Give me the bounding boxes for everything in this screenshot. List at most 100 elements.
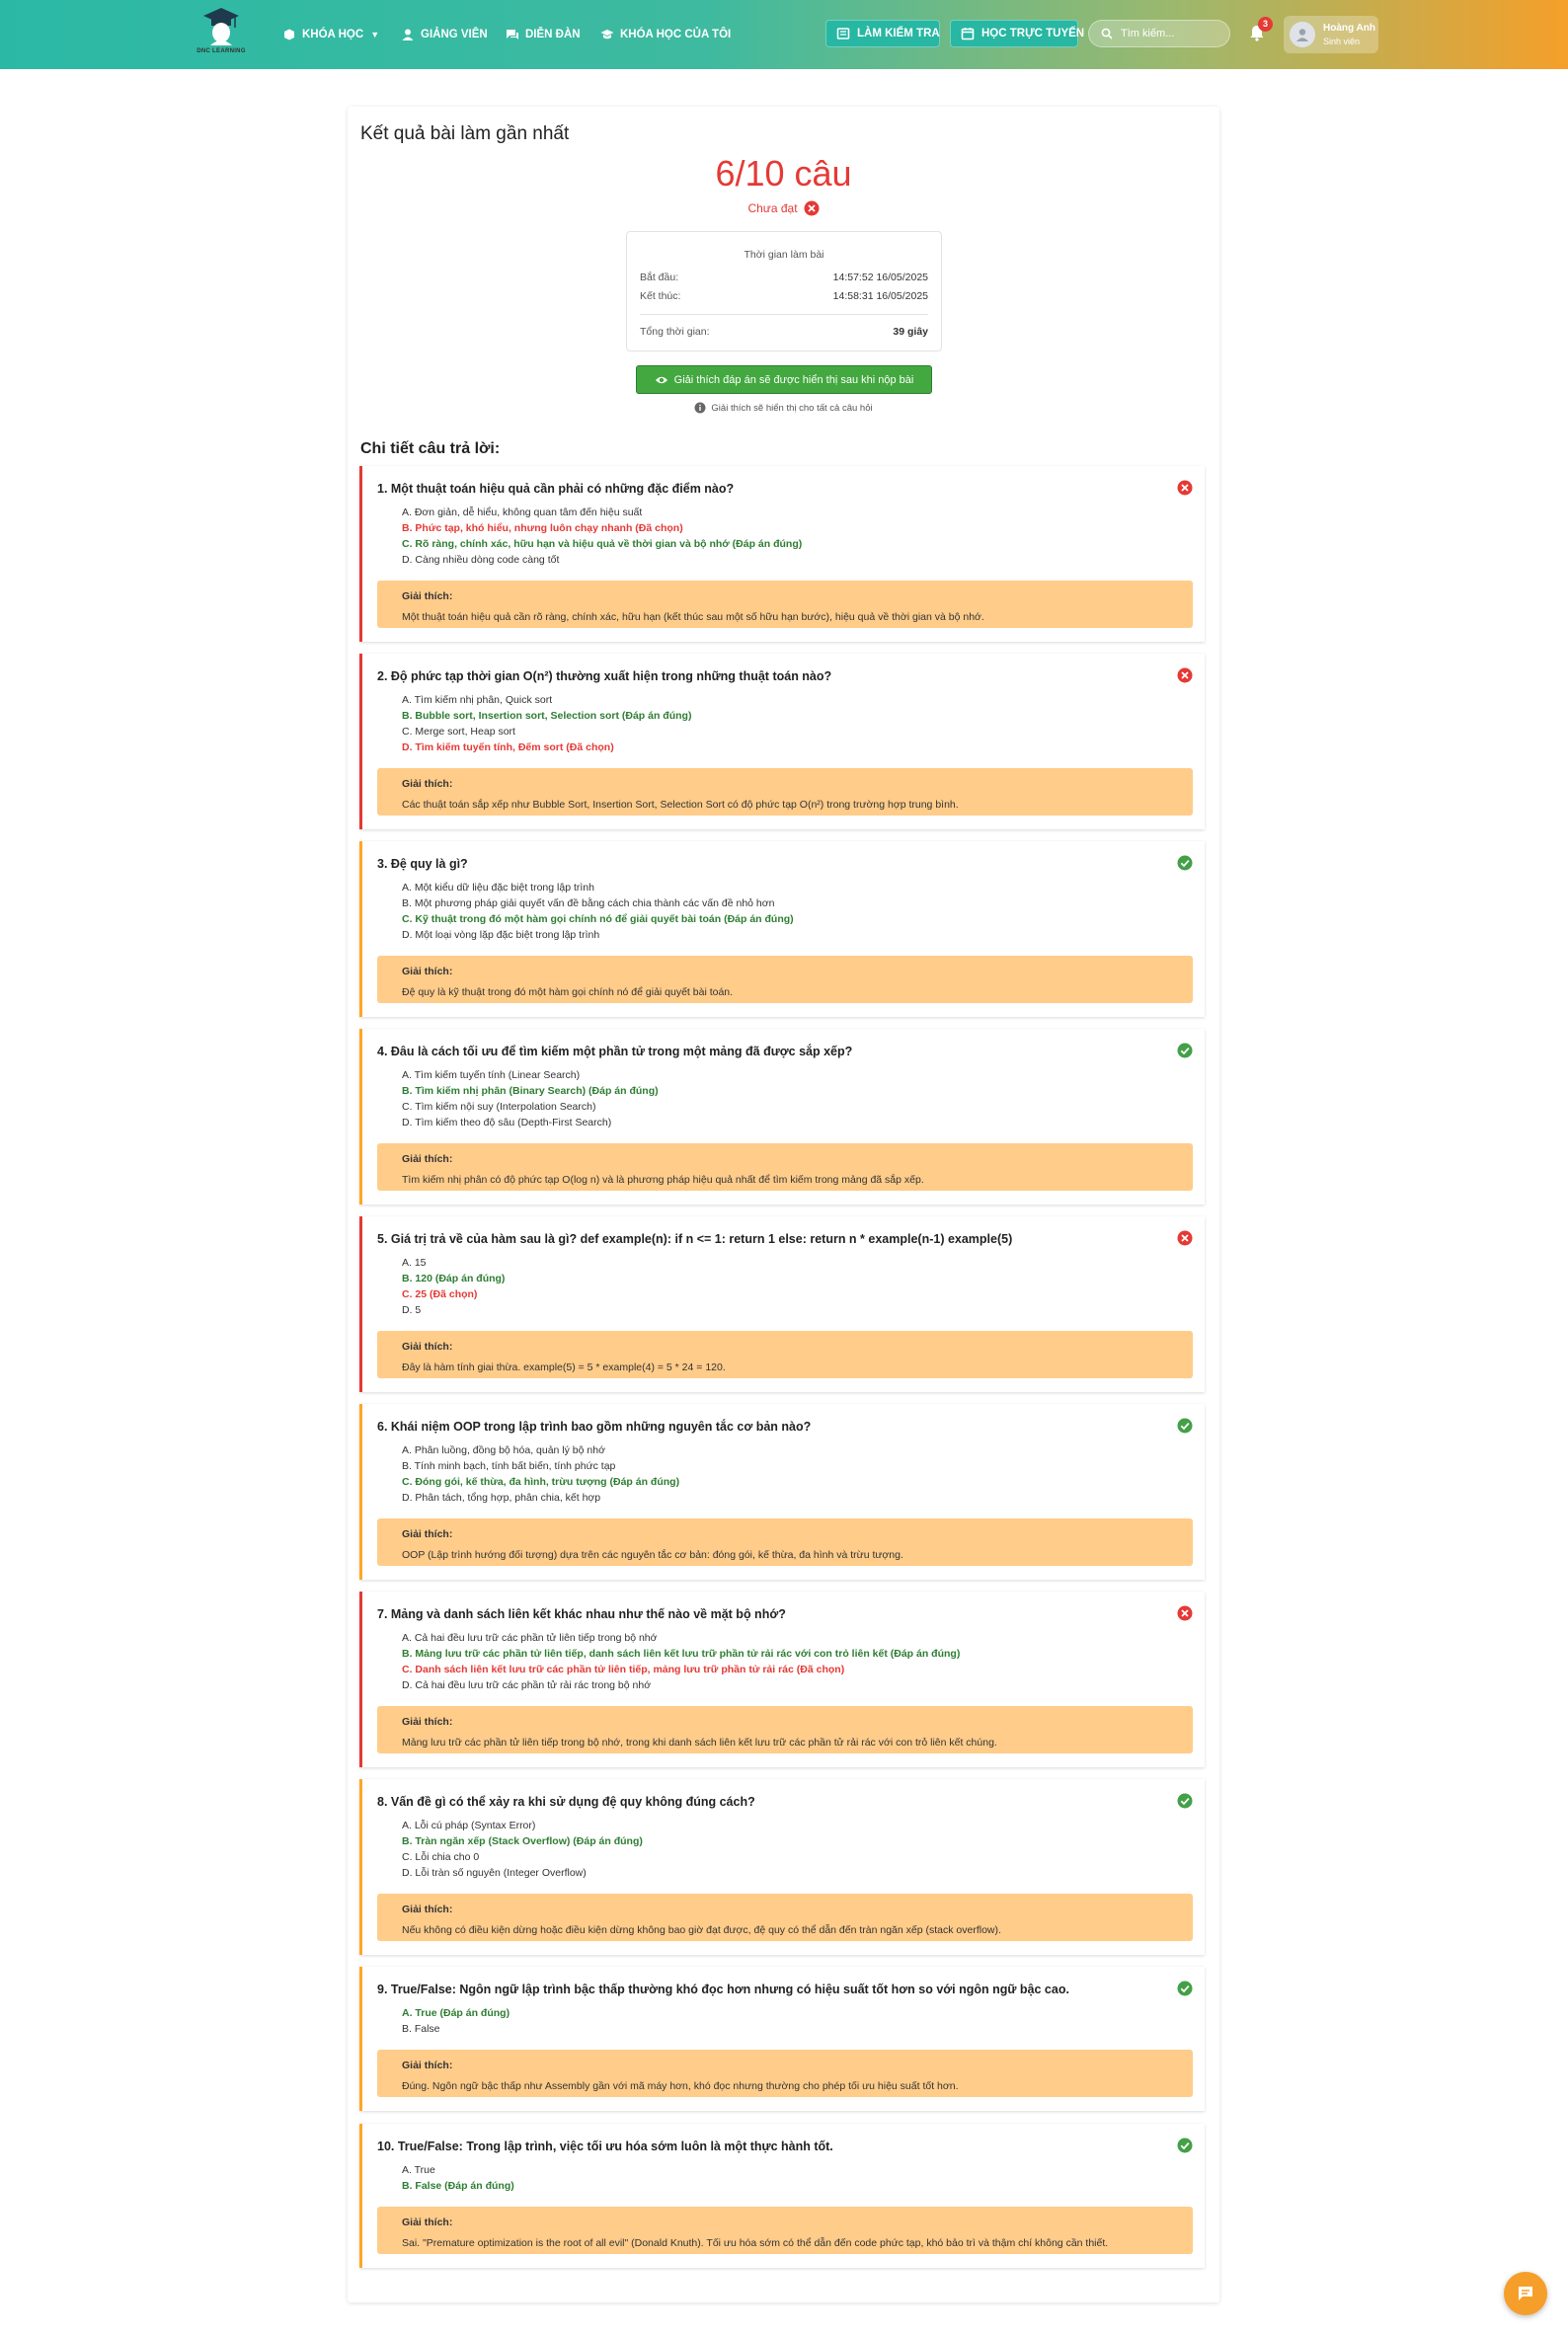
nav-lecturers[interactable]: GIẢNG VIÊN	[401, 24, 488, 45]
answer-option: B. Tính minh bạch, tính bất biến, tính p…	[402, 1460, 616, 1472]
explanation-text: Mảng lưu trữ các phần tử liên tiếp trong…	[402, 1737, 997, 1749]
answer-options: A. Lỗi cú pháp (Syntax Error) B. Tràn ngă…	[402, 1818, 643, 1881]
explanation-box: Giải thích: Nếu không có điều kiện dừng h…	[377, 1894, 1193, 1941]
explanation-box: Giải thích: Một thuật toán hiệu quả cần r…	[377, 581, 1193, 628]
show-explanation-button[interactable]: Giải thích đáp án sẽ được hiển thị sau k…	[636, 365, 932, 394]
explanation-text: OOP (Lập trình hướng đối tượng) dựa trên…	[402, 1549, 903, 1561]
answer-option: D. 5	[402, 1304, 422, 1316]
explanation-box: Giải thích: Đây là hàm tính giai thừa. ex…	[377, 1331, 1193, 1378]
chosen-wrong-option: D. Tìm kiếm tuyến tính, Đếm sort (Đã chọ…	[402, 741, 614, 753]
chat-icon	[1519, 2287, 1532, 2300]
question-title: 6. Khái niệm OOP trong lập trình bao gồm…	[377, 1420, 812, 1434]
nav-courses[interactable]: KHÓA HỌC ▼	[282, 24, 379, 45]
explanation-box: Giải thích: Đệ quy là kỹ thuật trong đó m…	[377, 956, 1193, 1003]
question-title: 4. Đâu là cách tối ưu để tìm kiếm một ph…	[377, 1045, 853, 1058]
answer-option: B. Một phương pháp giải quyết vấn đề bằn…	[402, 897, 775, 909]
nav-forum[interactable]: DIỄN ĐÀN	[506, 24, 581, 45]
explanation-box: Giải thích: OOP (Lập trình hướng đối tượn…	[377, 1518, 1193, 1566]
correct-answer-option: C. Đóng gói, kế thừa, đa hình, trừu tượn…	[402, 1476, 680, 1488]
answer-option: D. Một loại vòng lặp đặc biệt trong lập …	[402, 929, 600, 941]
explanation-text: Đây là hàm tính giai thừa. example(5) = …	[402, 1362, 726, 1373]
answer-options: A. 15 B. 120 (Đáp án đúng) C. 25 (Đã chọn)…	[402, 1255, 505, 1318]
answer-option: A. Một kiểu dữ liệu đặc biệt trong lập t…	[402, 882, 594, 894]
x-circle-icon	[1177, 667, 1193, 683]
question-card: 3. Đệ quy là gì? A. Một kiểu dữ liệu đặc …	[359, 841, 1205, 1017]
explanation-text: Nếu không có điều kiện dừng hoặc điều ki…	[402, 1924, 1001, 1936]
x-circle-icon	[804, 200, 820, 216]
question-card: 8. Vấn đề gì có thể xảy ra khi sử dụng đ…	[359, 1779, 1205, 1955]
explanation-note-text: Giải thích sẽ hiển thị cho tất cả câu hỏ…	[711, 402, 873, 414]
avatar-person-icon	[1296, 29, 1308, 41]
result-card: Kết quả bài làm gần nhất 6/10 câu Chưa đ…	[348, 107, 1219, 2302]
explanation-label: Giải thích:	[402, 1904, 453, 1915]
explanation-label: Giải thích:	[402, 1341, 453, 1353]
calendar-icon	[961, 27, 975, 40]
chat-button[interactable]	[1504, 2272, 1547, 2315]
answer-option: A. Tìm kiếm nhị phân, Quick sort	[402, 694, 553, 706]
correct-answer-option: B. Tràn ngăn xếp (Stack Overflow) (Đáp á…	[402, 1835, 643, 1847]
graduation-cap-logo-icon	[203, 8, 239, 45]
answer-option: C. Lỗi chia cho 0	[402, 1851, 480, 1863]
time-summary-title: Thời gian làm bài	[744, 249, 824, 261]
start-time-label: Bắt đầu:	[640, 272, 679, 283]
explanation-note: Giải thích sẽ hiển thị cho tất cả câu hỏ…	[348, 402, 1219, 414]
notification-count-badge: 3	[1258, 17, 1273, 32]
show-explanation-label: Giải thích đáp án sẽ được hiển thị sau k…	[673, 373, 914, 386]
question-card: 2. Độ phức tạp thời gian O(n²) thường xu…	[359, 654, 1205, 829]
answer-option: C. Tìm kiếm nội suy (Interpolation Searc…	[402, 1101, 596, 1113]
x-circle-icon	[1177, 480, 1193, 496]
question-title: 2. Độ phức tạp thời gian O(n²) thường xu…	[377, 669, 832, 683]
end-time-value: 14:58:31 16/05/2025	[832, 290, 928, 302]
take-test-button[interactable]: LÀM KIỂM TRA	[825, 20, 940, 47]
explanation-label: Giải thích:	[402, 590, 453, 602]
x-circle-icon	[1177, 1230, 1193, 1246]
answer-option: A. Phân luồng, đồng bộ hóa, quản lý bộ n…	[402, 1444, 605, 1456]
question-title: 9. True/False: Ngôn ngữ lập trình bậc th…	[377, 1983, 1069, 1996]
check-circle-icon	[1177, 855, 1193, 871]
question-card: 6. Khái niệm OOP trong lập trình bao gồm…	[359, 1404, 1205, 1580]
nav-lecturers-label: GIẢNG VIÊN	[421, 29, 488, 40]
correct-answer-option: B. Mảng lưu trữ các phần tử liên tiếp, d…	[402, 1648, 961, 1660]
chevron-down-icon: ▼	[370, 30, 380, 39]
answer-details-heading: Chi tiết câu trả lời:	[360, 440, 501, 457]
explanation-label: Giải thích:	[402, 1528, 453, 1540]
question-card: 5. Giá trị trả về của hàm sau là gì? def…	[359, 1216, 1205, 1392]
brand-logo-text: DNC LEARNING	[196, 48, 246, 54]
avatar	[1290, 22, 1315, 47]
forum-icon	[506, 28, 519, 41]
answer-option: B. False	[402, 2023, 440, 2035]
online-learning-button[interactable]: HỌC TRỰC TUYẾN	[950, 20, 1084, 47]
user-menu[interactable]: Hoàng Anh Sinh viên	[1284, 16, 1378, 53]
explanation-text: Tìm kiếm nhị phân có độ phức tạp O(log n…	[402, 1174, 924, 1186]
nav-forum-label: DIỄN ĐÀN	[525, 29, 581, 40]
question-title: 10. True/False: Trong lập trình, việc tố…	[377, 2140, 833, 2153]
question-title: 5. Giá trị trả về của hàm sau là gì? def…	[377, 1232, 1013, 1246]
answer-options: A. Tìm kiếm tuyến tính (Linear Search) B.…	[402, 1067, 659, 1130]
answer-options: A. Phân luồng, đồng bộ hóa, quản lý bộ n…	[402, 1442, 679, 1506]
nav-my-courses[interactable]: KHÓA HỌC CỦA TÔI	[600, 24, 731, 45]
explanation-label: Giải thích:	[402, 966, 453, 977]
explanation-box: Giải thích: Tìm kiếm nhị phân có độ phức …	[377, 1143, 1193, 1191]
answer-option: C. Merge sort, Heap sort	[402, 726, 515, 738]
chosen-wrong-option: C. Danh sách liên kết lưu trữ các phần t…	[402, 1664, 845, 1675]
question-card: 9. True/False: Ngôn ngữ lập trình bậc th…	[359, 1967, 1205, 2111]
nav-my-courses-label: KHÓA HỌC CỦA TÔI	[620, 29, 732, 40]
search-box[interactable]	[1088, 20, 1230, 47]
explanation-text: Sai. "Premature optimization is the root…	[402, 2237, 1109, 2249]
top-navbar: DNC LEARNING KHÓA HỌC ▼ GIẢNG VIÊN DIỄN …	[0, 0, 1568, 69]
explanation-text: Đúng. Ngôn ngữ bậc thấp như Assembly gần…	[402, 2080, 959, 2092]
check-circle-icon	[1177, 1418, 1193, 1434]
answer-option: D. Phân tách, tổng hợp, phân chia, kết h…	[402, 1492, 601, 1504]
brand-logo[interactable]: DNC LEARNING	[194, 6, 249, 63]
answer-option: A. Tìm kiếm tuyến tính (Linear Search)	[402, 1069, 581, 1081]
end-time-row: Kết thúc: 14:58:31 16/05/2025	[640, 290, 928, 302]
info-icon	[694, 402, 706, 414]
question-title: 7. Mảng và danh sách liên kết khác nhau …	[377, 1607, 786, 1621]
total-time-row: Tổng thời gian: 39 giây	[640, 326, 928, 338]
answer-option: A. 15	[402, 1257, 427, 1269]
check-circle-icon	[1177, 1981, 1193, 1996]
chosen-wrong-option: C. 25 (Đã chọn)	[402, 1288, 478, 1300]
search-input[interactable]	[1119, 27, 1221, 40]
correct-answer-option: A. True (Đáp án đúng)	[402, 2007, 510, 2019]
result-status-label: Chưa đạt	[747, 201, 798, 215]
